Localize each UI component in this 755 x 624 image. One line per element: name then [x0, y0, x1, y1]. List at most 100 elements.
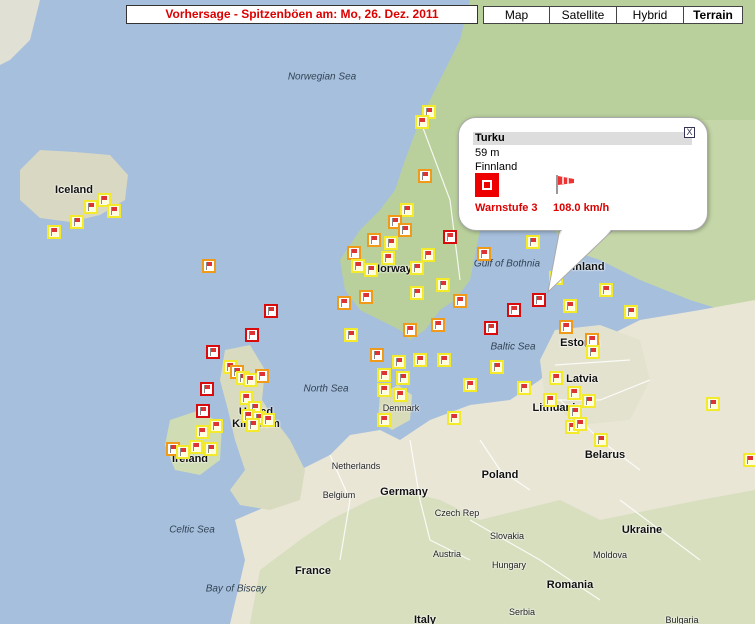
warning-marker-level-3[interactable] [200, 382, 214, 396]
warning-marker-level-1[interactable] [393, 388, 407, 402]
warning-marker-level-1[interactable] [413, 353, 427, 367]
warning-marker-level-1[interactable] [344, 328, 358, 342]
warning-marker-level-1[interactable] [377, 368, 391, 382]
warning-marker-level-2[interactable] [347, 246, 361, 260]
warning-marker-level-1[interactable] [437, 353, 451, 367]
warning-marker-level-1[interactable] [204, 442, 218, 456]
map-type-control: Map Satellite Hybrid Terrain [483, 6, 743, 24]
warning-marker-level-1[interactable] [549, 271, 563, 285]
warning-marker-level-1[interactable] [526, 235, 540, 249]
flag-icon [373, 351, 381, 359]
close-icon[interactable]: X [684, 127, 695, 138]
warning-marker-level-1[interactable] [70, 215, 84, 229]
warning-marker-level-1[interactable] [706, 397, 720, 411]
warning-marker-level-1[interactable] [195, 425, 209, 439]
country-label-france: France [294, 565, 332, 577]
warning-marker-level-1[interactable] [400, 203, 414, 217]
warning-marker-level-1[interactable] [209, 419, 223, 433]
warning-marker-level-1[interactable] [567, 386, 581, 400]
warning-marker-level-3[interactable] [206, 345, 220, 359]
warning-marker-level-1[interactable] [517, 381, 531, 395]
flag-icon [529, 238, 537, 246]
flag-icon [440, 356, 448, 364]
country-label-austria: Austria [432, 549, 462, 559]
warning-marker-level-3[interactable] [264, 304, 278, 318]
water-label-norwegian-sea: Norwegian Sea [287, 71, 357, 83]
warning-marker-level-2[interactable] [418, 169, 432, 183]
warning-marker-level-1[interactable] [436, 278, 450, 292]
warning-marker-level-2[interactable] [477, 247, 491, 261]
warning-marker-level-1[interactable] [549, 371, 563, 385]
warning-marker-level-1[interactable] [463, 378, 477, 392]
flag-icon [562, 323, 570, 331]
map-type-terrain-button[interactable]: Terrain [683, 6, 743, 24]
water-label-north-sea: North Sea [303, 383, 349, 395]
warning-marker-level-2[interactable] [431, 318, 445, 332]
flag-icon [203, 385, 211, 393]
warning-marker-level-3[interactable] [532, 293, 546, 307]
warning-marker-level-3[interactable] [507, 303, 521, 317]
map-type-satellite-button[interactable]: Satellite [549, 6, 617, 24]
flag-icon [413, 289, 421, 297]
warning-marker-level-1[interactable] [176, 445, 190, 459]
warning-marker-level-1[interactable] [107, 204, 121, 218]
flag-icon [380, 386, 388, 394]
flag-icon [370, 236, 378, 244]
warning-marker-level-3[interactable] [484, 321, 498, 335]
warning-marker-level-1[interactable] [396, 371, 410, 385]
flag-icon [384, 254, 392, 262]
warning-marker-level-1[interactable] [381, 251, 395, 265]
water-label-bay-of-biscay: Bay of Biscay [205, 583, 267, 595]
warning-marker-level-1[interactable] [415, 115, 429, 129]
map-type-map-button[interactable]: Map [483, 6, 550, 24]
warning-marker-level-1[interactable] [421, 248, 435, 262]
warning-marker-level-1[interactable] [410, 286, 424, 300]
warning-marker-level-1[interactable] [246, 418, 260, 432]
warning-marker-level-1[interactable] [261, 413, 275, 427]
flag-icon [387, 239, 395, 247]
warning-marker-level-1[interactable] [624, 305, 638, 319]
warning-marker-level-2[interactable] [359, 290, 373, 304]
warning-marker-level-1[interactable] [490, 360, 504, 374]
flag-icon [510, 306, 518, 314]
map-canvas[interactable]: Norwegian Sea Gulf of Bothnia Baltic Sea… [0, 0, 755, 624]
warning-marker-level-2[interactable] [453, 294, 467, 308]
country-label-poland: Poland [481, 469, 519, 481]
flag-icon [192, 443, 200, 451]
warning-marker-level-2[interactable] [202, 259, 216, 273]
warning-marker-level-3[interactable] [196, 404, 210, 418]
warning-marker-level-1[interactable] [243, 373, 257, 387]
country-label-italy: Italy [413, 614, 437, 624]
warning-marker-level-1[interactable] [377, 383, 391, 397]
warning-marker-level-1[interactable] [392, 355, 406, 369]
country-label-finland: Finland [565, 261, 605, 273]
warning-marker-level-2[interactable] [367, 233, 381, 247]
warning-marker-level-1[interactable] [384, 236, 398, 250]
warning-marker-level-1[interactable] [599, 283, 613, 297]
warning-marker-level-1[interactable] [573, 417, 587, 431]
warning-marker-level-1[interactable] [543, 393, 557, 407]
warning-marker-level-1[interactable] [563, 299, 577, 313]
forecast-title: Vorhersage - Spitzenböen am: Mo, 26. Dez… [126, 5, 478, 24]
map-type-hybrid-button[interactable]: Hybrid [616, 6, 684, 24]
warning-marker-level-1[interactable] [447, 411, 461, 425]
warning-marker-level-2[interactable] [337, 296, 351, 310]
warning-marker-level-1[interactable] [47, 225, 61, 239]
warning-marker-level-1[interactable] [364, 263, 378, 277]
warning-marker-level-1[interactable] [586, 345, 600, 359]
warning-marker-level-2[interactable] [370, 348, 384, 362]
warning-marker-level-3[interactable] [443, 230, 457, 244]
warning-marker-level-1[interactable] [351, 259, 365, 273]
warning-marker-level-1[interactable] [594, 433, 608, 447]
warning-marker-level-2[interactable] [255, 369, 269, 383]
warning-marker-level-1[interactable] [743, 453, 755, 467]
warning-marker-level-1[interactable] [84, 200, 98, 214]
warning-marker-level-1[interactable] [582, 394, 596, 408]
warning-marker-level-1[interactable] [410, 261, 424, 275]
warning-marker-level-2[interactable] [398, 223, 412, 237]
warning-marker-level-1[interactable] [189, 440, 203, 454]
warning-marker-level-1[interactable] [377, 413, 391, 427]
warning-marker-level-2[interactable] [403, 323, 417, 337]
warning-marker-level-3[interactable] [245, 328, 259, 342]
warning-marker-level-2[interactable] [559, 320, 573, 334]
